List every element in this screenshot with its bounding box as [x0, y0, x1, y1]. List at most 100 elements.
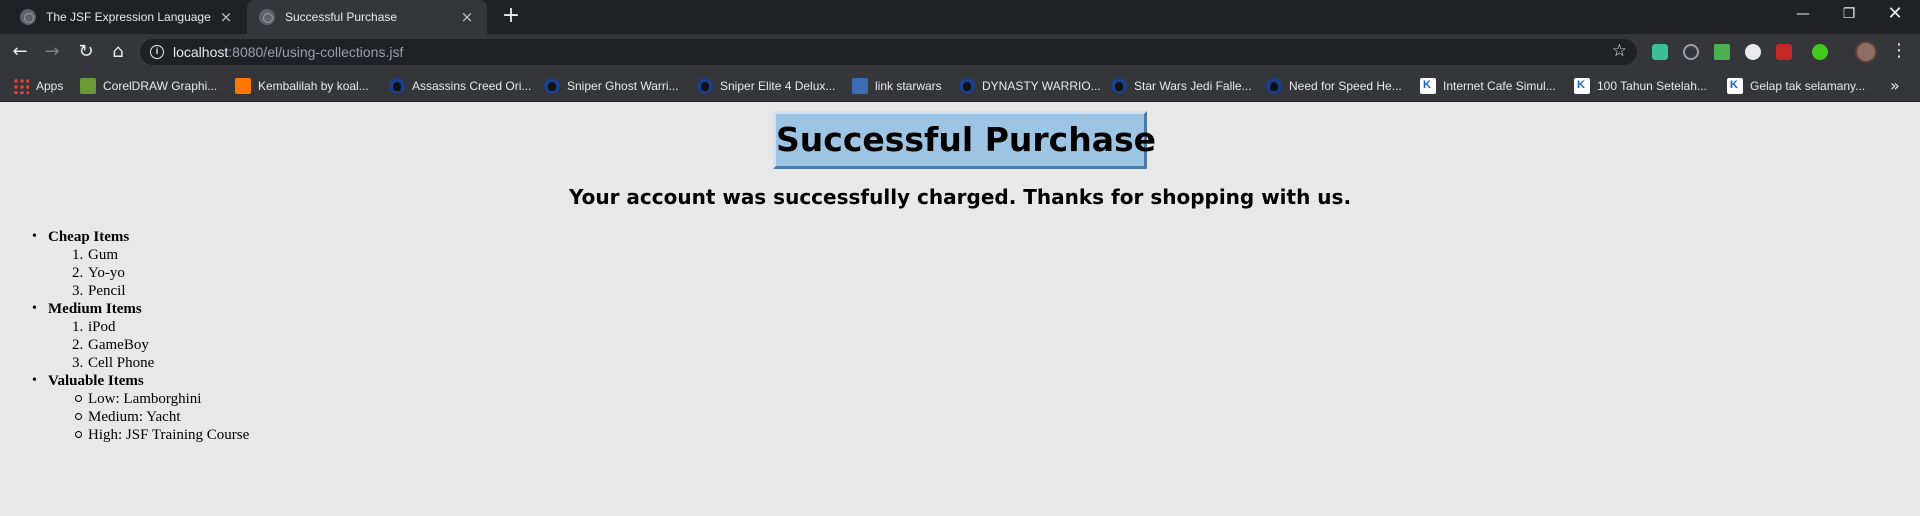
soundcloud-icon [235, 78, 251, 94]
bookmark-item[interactable]: Internet Cafe Simul... [1420, 70, 1556, 102]
list-marker: 2. [72, 337, 84, 353]
bookmark-label: CorelDRAW Graphi... [103, 79, 218, 93]
list-item: 2. Yo-yo [0, 264, 249, 282]
game-icon [697, 78, 713, 94]
back-button[interactable]: ← [6, 38, 34, 66]
address-bar[interactable]: i localhost:8080/el/using-collections.js… [140, 39, 1637, 65]
list-marker: 3. [72, 283, 84, 299]
bookmark-item[interactable]: 100 Tahun Setelah... [1574, 70, 1707, 102]
url-host: localhost [173, 44, 229, 60]
list-item: Medium: Yacht [0, 408, 249, 426]
page-title: Successful Purchase [776, 120, 1156, 159]
extension-icon[interactable] [1812, 44, 1828, 60]
bookmark-label: 100 Tahun Setelah... [1597, 79, 1707, 93]
bookmark-item[interactable]: Assassins Creed Ori... [389, 70, 531, 102]
game-icon [1266, 78, 1282, 94]
bookmark-item[interactable]: Need for Speed He... [1266, 70, 1402, 102]
minimize-button[interactable]: — [1780, 0, 1826, 30]
tab-close-icon[interactable]: × [218, 8, 234, 26]
list-item: 2. GameBoy [0, 336, 249, 354]
bookmark-label: Star Wars Jedi Falle... [1134, 79, 1252, 93]
list-marker: 3. [72, 355, 84, 371]
list-item-text: Yo-yo [88, 265, 125, 281]
bookmark-label: Need for Speed He... [1289, 79, 1402, 93]
list-item-text: High: JSF Training Course [88, 427, 250, 443]
k-icon [1727, 78, 1743, 94]
list-item: 3. Pencil [0, 282, 249, 300]
list-item-text: GameBoy [88, 337, 149, 353]
bullet: • [32, 229, 37, 244]
maximize-button[interactable]: ❐ [1826, 0, 1872, 30]
bookmark-label: Apps [36, 79, 64, 93]
apps-icon [13, 78, 29, 94]
category-label: Valuable Items [48, 373, 144, 389]
bookmark-apps[interactable]: Apps [13, 70, 63, 102]
list-marker: 1. [72, 247, 84, 263]
bookmark-item[interactable]: link starwars [852, 70, 942, 102]
extension-icon[interactable] [1683, 44, 1699, 60]
bookmark-star-icon[interactable]: ☆ [1612, 41, 1627, 61]
tab-close-icon[interactable]: × [459, 8, 475, 26]
bullet: • [32, 373, 37, 388]
list-item: 1. Gum [0, 246, 249, 264]
bookmark-label: DYNASTY WARRIO... [982, 79, 1101, 93]
tab-jsf-expression-language[interactable]: The JSF Expression Language × [8, 0, 246, 34]
bookmark-item[interactable]: Kembalilah by koal... [235, 70, 369, 102]
bookmark-item[interactable]: Sniper Ghost Warri... [544, 70, 679, 102]
list-item: 1. iPod [0, 318, 249, 336]
extension-icon[interactable] [1714, 44, 1730, 60]
k-icon [1574, 78, 1590, 94]
bookmark-item[interactable]: CorelDRAW Graphi... [80, 70, 217, 102]
circle-bullet-icon [75, 431, 82, 438]
list-marker: 1. [72, 319, 84, 335]
bookmark-item[interactable]: DYNASTY WARRIO... [959, 70, 1101, 102]
forward-button[interactable]: → [38, 38, 66, 66]
bookmark-label: Kembalilah by koal... [258, 79, 369, 93]
close-window-button[interactable]: ✕ [1872, 0, 1918, 30]
tab-strip: The JSF Expression Language × Successful… [0, 0, 1920, 34]
extension-icon[interactable] [1652, 44, 1668, 60]
bookmark-item[interactable]: Gelap tak selamany... [1727, 70, 1865, 102]
home-button[interactable]: ⌂ [104, 38, 132, 66]
circle-bullet-icon [75, 395, 82, 402]
circle-bullet-icon [75, 413, 82, 420]
bookmark-item[interactable]: Star Wars Jedi Falle... [1111, 70, 1252, 102]
list-item-text: Gum [88, 247, 118, 263]
list-item: 3. Cell Phone [0, 354, 249, 372]
link-icon [852, 78, 868, 94]
tab-title: The JSF Expression Language [46, 10, 211, 24]
list-item: Low: Lamborghini [0, 390, 249, 408]
list-item: High: JSF Training Course [0, 426, 249, 444]
globe-icon [259, 9, 275, 25]
profile-avatar[interactable] [1855, 41, 1877, 63]
url-text[interactable]: localhost:8080/el/using-collections.jsf [173, 44, 403, 60]
k-icon [1420, 78, 1436, 94]
corel-icon [80, 78, 96, 94]
new-tab-button[interactable]: + [499, 5, 523, 29]
extension-icon[interactable] [1776, 44, 1792, 60]
bullet: • [32, 301, 37, 316]
bookmark-label: Gelap tak selamany... [1750, 79, 1866, 93]
menu-icon[interactable]: ⋮ [1890, 40, 1908, 61]
bookmark-item[interactable]: Sniper Elite 4 Delux... [697, 70, 835, 102]
page-content: Successful Purchase Your account was suc… [0, 103, 1920, 516]
category-valuable-items: • Valuable Items [0, 372, 249, 390]
list-item-text: Medium: Yacht [88, 409, 181, 425]
purchase-list: • Cheap Items 1. Gum 2. Yo-yo 3. Pencil • M… [0, 228, 249, 444]
extension-icon[interactable] [1745, 44, 1761, 60]
bookmark-label: Internet Cafe Simul... [1443, 79, 1556, 93]
list-item-text: Pencil [88, 283, 126, 299]
bookmarks-overflow-button[interactable]: » [1890, 76, 1900, 95]
bookmarks-bar: Apps CorelDRAW Graphi... Kembalilah by k… [0, 70, 1920, 102]
list-item-text: iPod [88, 319, 116, 335]
url-path: :8080/el/using-collections.jsf [228, 44, 404, 60]
reload-button[interactable]: ↻ [72, 38, 100, 66]
game-icon [1111, 78, 1127, 94]
confirmation-message: Your account was successfully charged. T… [568, 185, 1352, 209]
game-icon [544, 78, 560, 94]
list-item-text: Cell Phone [88, 355, 155, 371]
game-icon [389, 78, 405, 94]
category-label: Medium Items [48, 301, 142, 317]
tab-successful-purchase[interactable]: Successful Purchase × [247, 0, 487, 34]
info-icon[interactable]: i [150, 45, 164, 59]
